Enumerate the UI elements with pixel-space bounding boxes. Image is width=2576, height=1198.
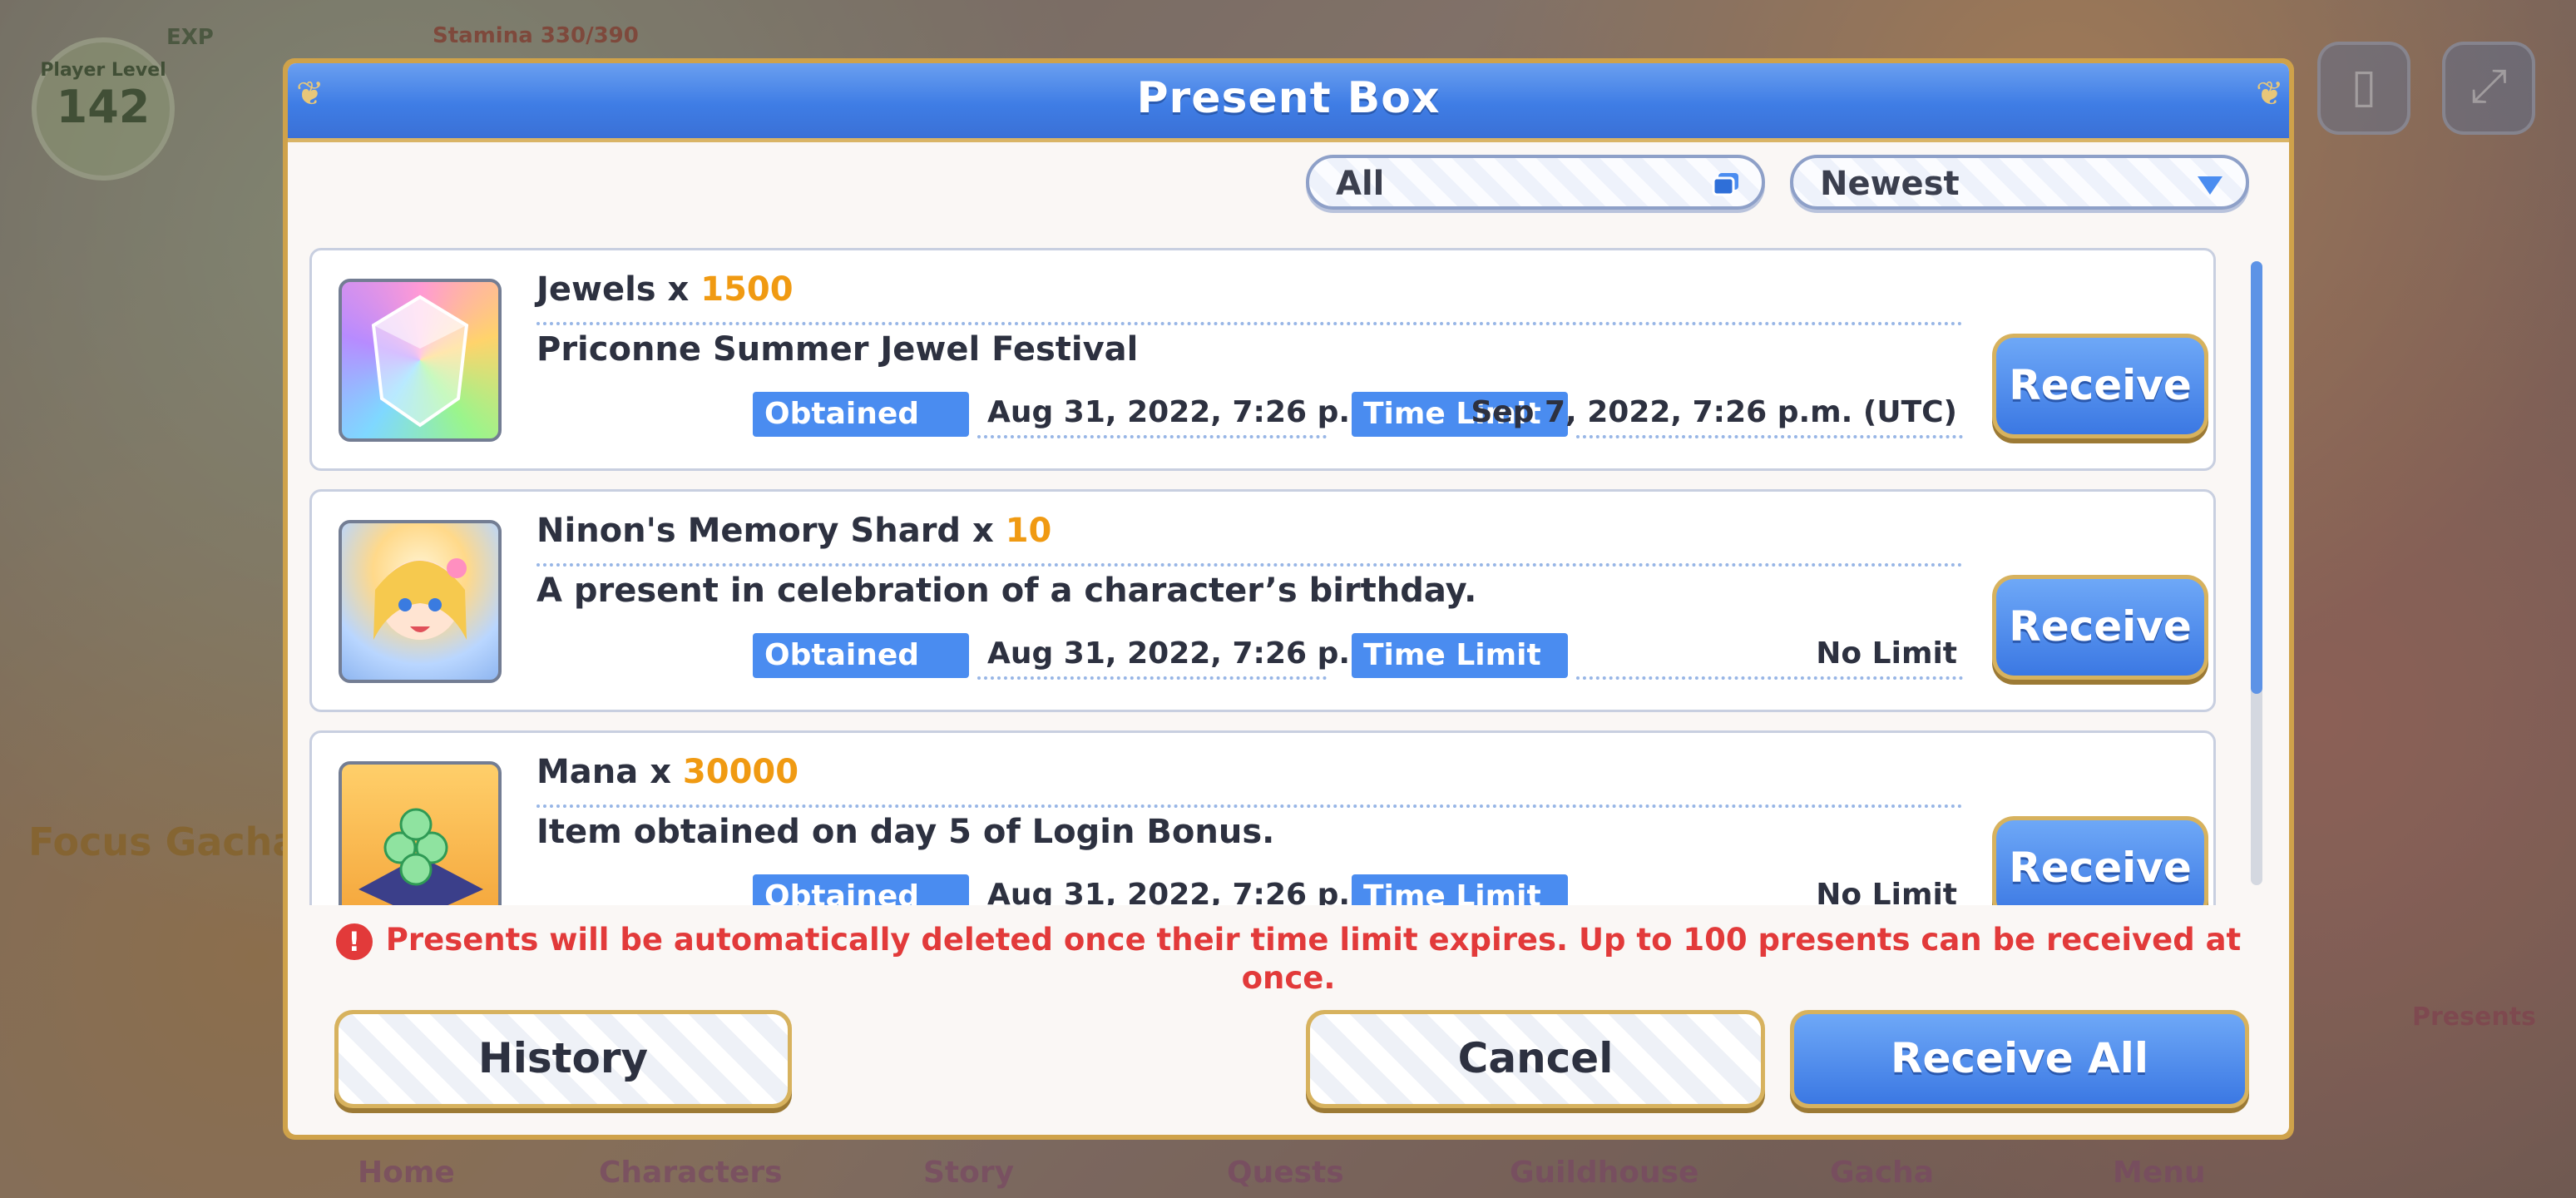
- divider: [1576, 435, 1963, 438]
- time-limit-value: No Limit: [1816, 878, 1957, 905]
- list-scrollbar[interactable]: [2251, 261, 2262, 885]
- receive-button[interactable]: Receive: [1992, 816, 2208, 905]
- present-list: Jewels x 1500 Priconne Summer Jewel Fest…: [309, 248, 2272, 905]
- item-quantity: 30000: [682, 753, 799, 791]
- character-memory-shard-icon: [339, 520, 502, 683]
- header-ornament-right-icon: ❦: [2256, 75, 2284, 113]
- receive-all-button[interactable]: Receive All: [1790, 1010, 2249, 1108]
- warning-icon: !: [335, 923, 373, 960]
- scrollbar-thumb[interactable]: [2251, 261, 2262, 694]
- divider: [1576, 676, 1963, 680]
- item-name: Jewels x 1500: [536, 270, 794, 309]
- divider: [536, 804, 1963, 808]
- time-limit-tag: Time Limit: [1352, 874, 1568, 905]
- item-description: A present in celebration of a character’…: [536, 572, 1477, 610]
- item-quantity: 10: [1005, 512, 1052, 550]
- receive-button[interactable]: Receive: [1992, 575, 2208, 680]
- obtained-tag: Obtained: [753, 874, 969, 905]
- present-item: Ninon's Memory Shard x 10 A present in c…: [309, 489, 2216, 712]
- notice-text: Presents will be automatically deleted o…: [385, 922, 2242, 996]
- cancel-button[interactable]: Cancel: [1306, 1010, 1765, 1108]
- time-limit-value: No Limit: [1816, 636, 1957, 671]
- expiry-notice: ! Presents will be automatically deleted …: [288, 922, 2289, 996]
- dialog-title: Present Box: [1136, 73, 1441, 123]
- filter-stack-icon: [1712, 173, 1738, 196]
- present-item: Mana x 30000 Item obtained on day 5 of L…: [309, 730, 2216, 905]
- item-name: Ninon's Memory Shard x 10: [536, 512, 1052, 550]
- time-limit-value: Sep 7, 2022, 7:26 p.m. (UTC): [1471, 395, 1957, 429]
- present-box-dialog: ❦ Present Box ❦ All Newest Jewels x 1500…: [283, 58, 2294, 1140]
- item-name: Mana x 30000: [536, 753, 799, 791]
- obtained-tag: Obtained: [753, 392, 969, 437]
- dialog-header: ❦ Present Box ❦: [288, 63, 2289, 142]
- receive-button[interactable]: Receive: [1992, 334, 2208, 438]
- jewel-item-icon: [339, 279, 502, 442]
- divider: [977, 435, 1327, 438]
- item-quantity: 1500: [700, 270, 794, 309]
- chevron-down-icon: [2198, 176, 2222, 195]
- divider: [536, 322, 1963, 325]
- item-description: Priconne Summer Jewel Festival: [536, 330, 1139, 369]
- divider: [977, 676, 1327, 680]
- sort-dropdown[interactable]: Newest: [1790, 155, 2249, 210]
- present-item: Jewels x 1500 Priconne Summer Jewel Fest…: [309, 248, 2216, 471]
- history-button[interactable]: History: [334, 1010, 792, 1108]
- dialog-body: ❦ Present Box ❦ All Newest Jewels x 1500…: [288, 63, 2289, 1135]
- filter-label: All: [1336, 165, 1385, 203]
- item-description: Item obtained on day 5 of Login Bonus.: [536, 813, 1275, 851]
- filter-dropdown[interactable]: All: [1306, 155, 1765, 210]
- time-limit-tag: Time Limit: [1352, 633, 1568, 678]
- mana-item-icon: [339, 761, 502, 905]
- obtained-tag: Obtained: [753, 633, 969, 678]
- divider: [536, 563, 1963, 567]
- sort-label: Newest: [1820, 165, 1960, 203]
